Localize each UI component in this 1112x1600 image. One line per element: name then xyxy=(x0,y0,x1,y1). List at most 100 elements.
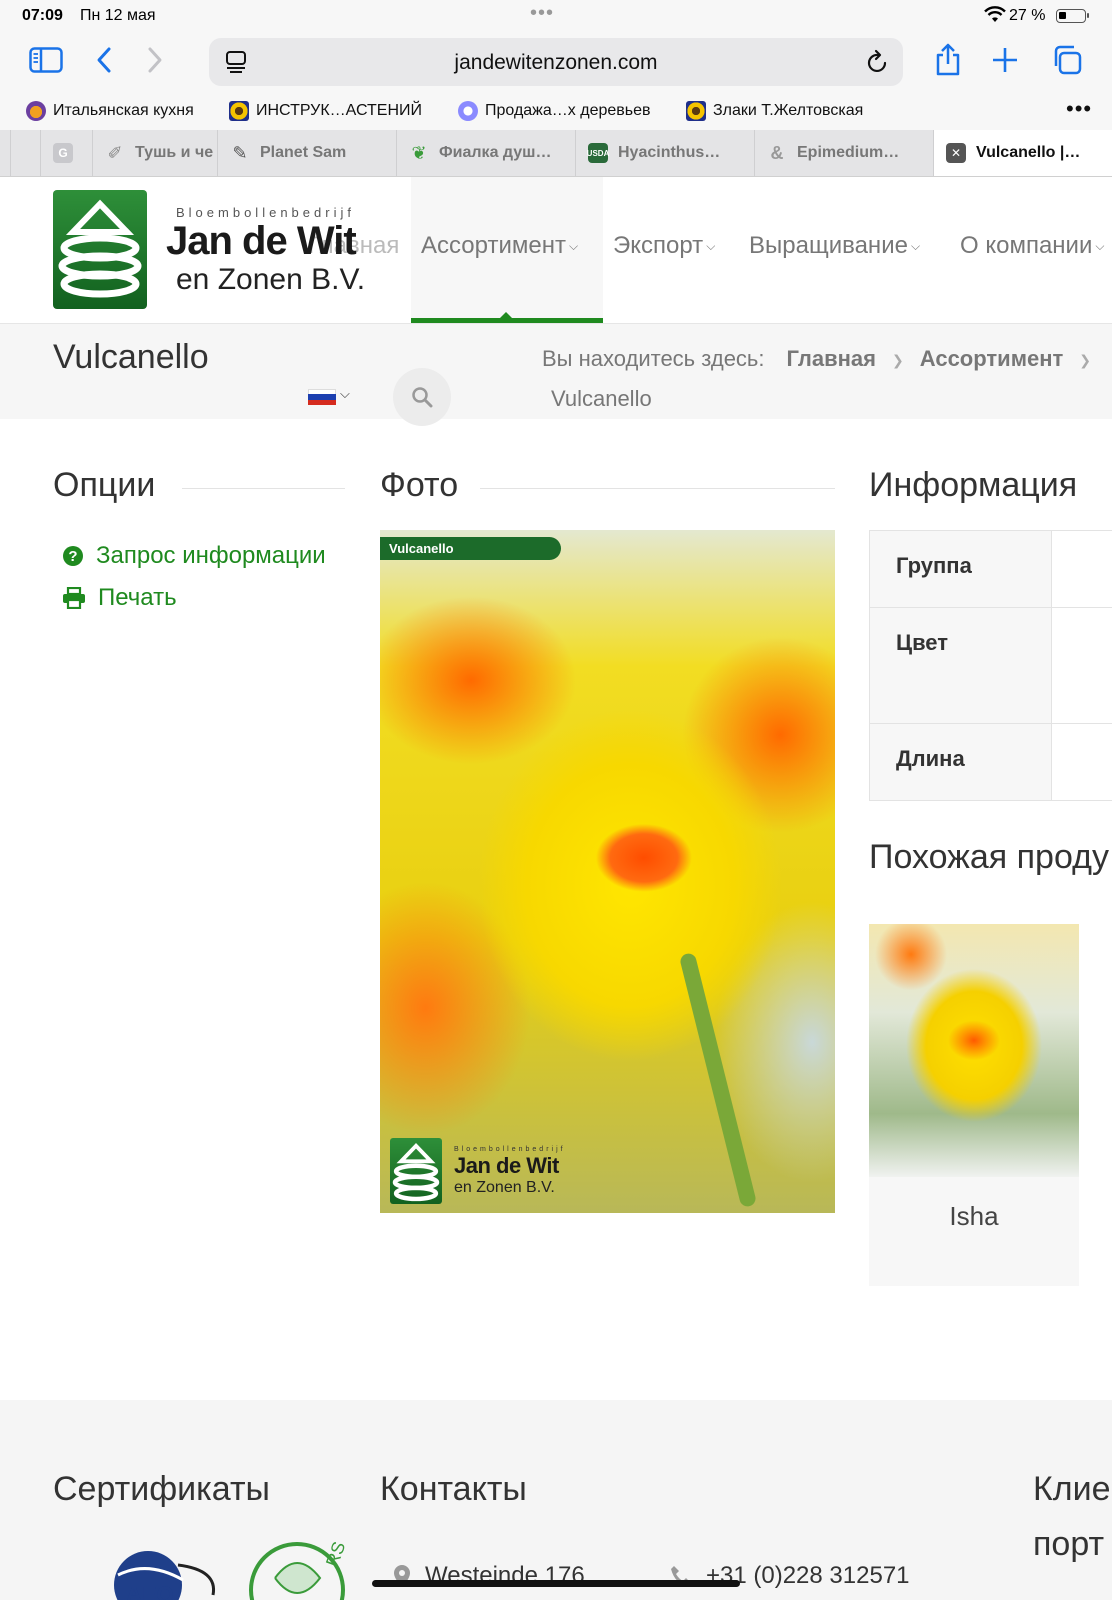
search-button[interactable] xyxy=(393,368,451,426)
footer: Сертификаты Контакты Клие порт AEO RS We… xyxy=(0,1400,1112,1600)
bookmarks-bar: Итальянская кухня ИНСТРУК…АСТЕНИЙ Продаж… xyxy=(0,94,1112,130)
search-icon xyxy=(412,387,433,408)
logo-icon[interactable] xyxy=(53,190,147,309)
logo-subtitle: en Zonen B.V. xyxy=(176,263,366,296)
sunflower-icon xyxy=(229,101,249,121)
nav-label: Выращивание xyxy=(749,232,908,259)
nav-item-export[interactable]: Экспорт ⌵ xyxy=(613,232,715,260)
nav-item-about[interactable]: О компании ⌵ xyxy=(960,232,1104,260)
tab-item[interactable]: ✎ Planet Sam xyxy=(217,130,396,176)
back-button[interactable] xyxy=(84,40,124,80)
svg-text:?: ? xyxy=(68,548,77,565)
forward-button[interactable] xyxy=(135,40,175,80)
bookmark-label: Злаки Т.Желтовская xyxy=(713,102,864,119)
tab-item[interactable]: ✐ Тушь и че xyxy=(92,130,217,176)
chevron-down-icon[interactable]: ⌵ xyxy=(340,386,350,402)
photo-heading: Фото xyxy=(380,466,459,504)
info-value xyxy=(1051,607,1112,724)
share-icon[interactable] xyxy=(928,40,968,80)
tab-bar: G ✐ Тушь и че ✎ Planet Sam ❦ Фиалка душ…… xyxy=(0,130,1112,177)
related-product-card[interactable]: Isha xyxy=(869,924,1079,1286)
logo-title: Jan de Wit xyxy=(166,219,357,263)
battery-icon xyxy=(1056,9,1089,23)
browser-toolbar: jandewitenzonen.com xyxy=(0,32,1112,94)
tab-label: Epimedium… xyxy=(797,144,900,161)
nav-item-assortment[interactable]: Ассортимент ⌵ xyxy=(421,232,578,260)
brush-icon: ✎ xyxy=(232,142,248,163)
watermark-big: Jan de Wit xyxy=(454,1152,559,1178)
sidebar-toggle-icon[interactable] xyxy=(26,40,66,80)
tab-label: Vulcanello |… xyxy=(976,144,1081,161)
bookmark-item[interactable]: Продажа…х деревьев xyxy=(458,101,651,121)
tab-item[interactable]: & Epimedium… xyxy=(754,130,933,176)
breadcrumb: Вы находитесь здесь: Главная ❯ Ассортимент ❯ xyxy=(542,346,1107,372)
breadcrumb-assortment[interactable]: Ассортимент xyxy=(920,346,1064,371)
footer-contacts-heading: Контакты xyxy=(380,1470,527,1508)
bookmark-item[interactable]: Злаки Т.Желтовская xyxy=(686,101,863,121)
related-product-name[interactable]: Isha xyxy=(869,1201,1079,1232)
tab-label: Фиалка душ… xyxy=(439,144,552,161)
usda-icon: USDA xyxy=(587,143,609,163)
tab-item[interactable]: G xyxy=(40,130,92,176)
bookmark-item[interactable]: ИНСТРУК…АСТЕНИЙ xyxy=(229,101,422,121)
tab-item[interactable] xyxy=(10,130,40,176)
table-row: Длина xyxy=(869,723,1112,801)
svg-text:AEO: AEO xyxy=(126,1582,174,1600)
nav-label: О компании xyxy=(960,232,1093,259)
options-heading: Опции xyxy=(53,466,156,504)
bookmark-label: Итальянская кухня xyxy=(53,102,194,119)
reload-icon[interactable] xyxy=(865,49,889,75)
tab-overview-icon[interactable] xyxy=(1047,40,1087,80)
footer-clients-heading: Клие xyxy=(1033,1470,1111,1508)
chevron-right-icon: ❯ xyxy=(1079,351,1091,368)
product-photo[interactable]: Vulcanello Bloembollenbedrijf Jan de Wit… xyxy=(380,530,835,1213)
address-bar[interactable]: jandewitenzonen.com xyxy=(209,38,903,86)
pizza-icon xyxy=(26,101,46,121)
options-divider xyxy=(182,488,345,489)
close-tab-icon[interactable]: ✕ xyxy=(946,143,966,163)
tab-item[interactable]: ❦ Фиалка душ… xyxy=(396,130,575,176)
request-info-link[interactable]: ? Запрос информации xyxy=(62,542,326,570)
option-label: Запрос информации xyxy=(96,542,326,569)
bookmark-item[interactable]: Итальянская кухня xyxy=(26,101,194,121)
table-row: Цвет xyxy=(869,607,1112,724)
photo-tag: Vulcanello xyxy=(380,537,561,560)
option-label: Печать xyxy=(98,584,177,611)
nav-active-indicator xyxy=(411,318,603,323)
photo-stem xyxy=(678,951,758,1209)
plant-icon xyxy=(458,101,478,121)
tab-item[interactable]: USDA Hyacinthus… xyxy=(575,130,754,176)
more-bookmarks-icon[interactable]: ••• xyxy=(1066,96,1092,122)
brush-icon: ✐ xyxy=(107,142,123,163)
home-indicator[interactable] xyxy=(372,1580,740,1587)
multitasking-dots-icon[interactable]: ••• xyxy=(530,2,554,25)
aeo-certificate-logo: AEO xyxy=(114,1551,216,1600)
info-table: Группа Цвет Длина xyxy=(869,530,1112,801)
tab-item-active[interactable]: ✕ Vulcanello |… xyxy=(933,130,1112,176)
nav-item-growing[interactable]: Выращивание ⌵ xyxy=(749,232,920,260)
page-title-bar: Vulcanello ⌵ Вы находитесь здесь: Главная… xyxy=(0,324,1112,426)
leaf-icon: ❦ xyxy=(411,142,427,163)
nav-active-caret xyxy=(500,312,512,318)
related-product-image[interactable] xyxy=(869,924,1079,1177)
new-tab-icon[interactable] xyxy=(985,40,1025,80)
url-text: jandewitenzonen.com xyxy=(454,51,658,74)
breadcrumb-current: Vulcanello xyxy=(551,386,652,411)
bookmark-label: ИНСТРУК…АСТЕНИЙ xyxy=(256,102,422,119)
info-label: Группа xyxy=(869,530,1052,608)
russian-flag-icon[interactable] xyxy=(308,389,336,405)
photo-divider xyxy=(480,488,835,489)
chevron-right-icon: ❯ xyxy=(892,351,904,368)
watermark-small: Bloembollenbedrijf xyxy=(454,1145,566,1153)
print-link[interactable]: Печать xyxy=(62,584,177,612)
watermark-sub: en Zonen B.V. xyxy=(454,1178,555,1196)
info-value xyxy=(1051,723,1112,801)
info-label: Длина xyxy=(869,723,1052,801)
chevron-down-icon: ⌵ xyxy=(568,239,579,254)
battery-percentage: 27 % xyxy=(1009,7,1046,24)
tab-label: Тушь и че xyxy=(135,144,214,161)
page-title: Vulcanello xyxy=(53,338,209,376)
bookmark-label: Продажа…х деревьев xyxy=(485,102,651,119)
breadcrumb-home[interactable]: Главная xyxy=(787,346,876,371)
related-heading: Похожая проду xyxy=(869,838,1109,876)
